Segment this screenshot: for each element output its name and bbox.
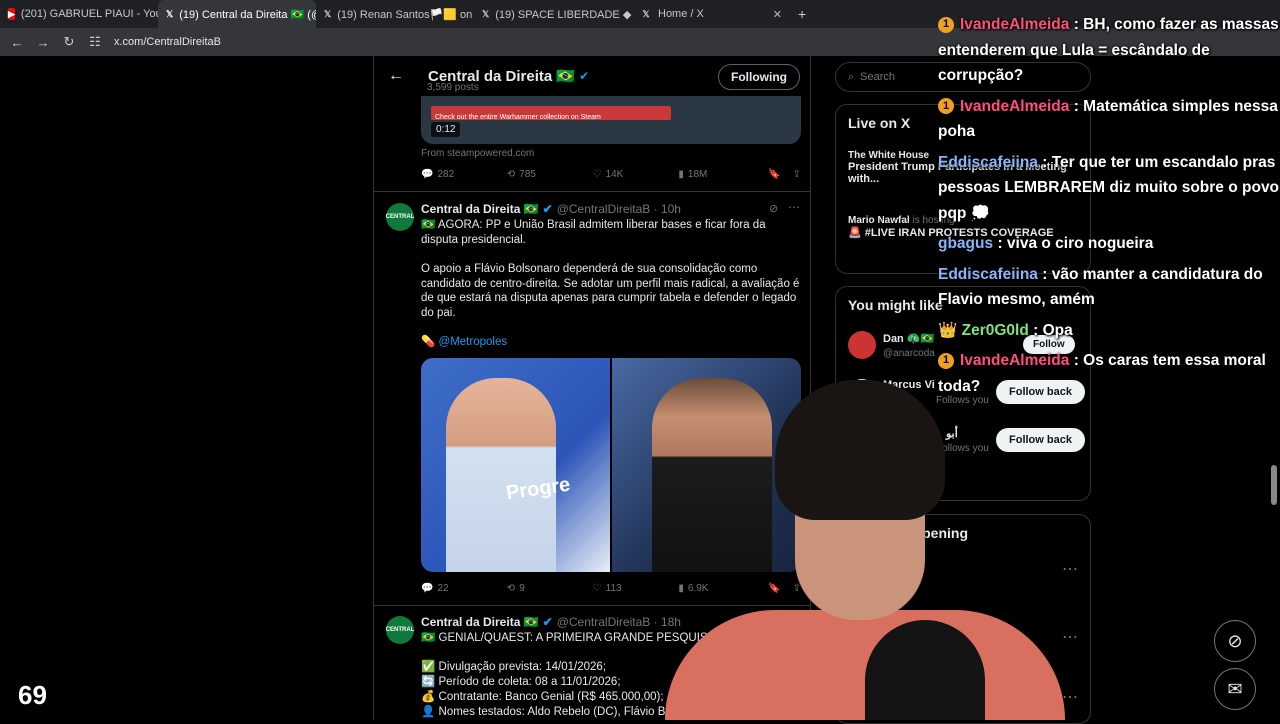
repost-button[interactable]: ⟲ 785 bbox=[507, 169, 593, 180]
tab-label: (19) Renan Santos🏳️🟨 on X bbox=[337, 8, 474, 21]
x-icon: 𝕏 bbox=[324, 8, 332, 19]
chat-username: Eddiscafeiina bbox=[938, 153, 1038, 171]
reply-button[interactable]: 💬 282 bbox=[421, 169, 507, 180]
post-count: 3,599 posts bbox=[427, 82, 479, 93]
repost-icon: ⟲ bbox=[506, 583, 516, 594]
heart-icon: ♡ bbox=[592, 169, 602, 180]
tab-home-x[interactable]: 𝕏 Home / X ✕ bbox=[632, 0, 790, 28]
post-actions: 💬 282 ⟲ 785 ♡ 14K ▮ 18M 🔖 ⇪ bbox=[421, 169, 801, 180]
chat-username: IvandeAlmeida bbox=[960, 16, 1070, 33]
back-arrow-icon[interactable]: ← bbox=[388, 67, 408, 85]
overlay-counter: 69 bbox=[18, 680, 47, 710]
chat-message: Eddiscafeiina : vão manter a candidatura… bbox=[938, 262, 1280, 313]
post-text-paragraph: O apoio a Flávio Bolsonaro dependerá de … bbox=[421, 263, 800, 319]
repost-icon: ⟲ bbox=[506, 169, 516, 180]
x-icon: 𝕏 bbox=[642, 8, 650, 19]
verified-icon: ✔ bbox=[542, 615, 553, 629]
suggestion-name[interactable]: Dan 🦚🇧🇷 bbox=[883, 332, 934, 345]
repost-button[interactable]: ⟲ 9 bbox=[507, 583, 593, 594]
tab-label: (19) Central da Direita 🇧🇷 (@Ce bbox=[179, 8, 316, 21]
chat-badge: 1 bbox=[938, 98, 954, 115]
messages-icon[interactable]: ✉ bbox=[1214, 668, 1256, 710]
post-author: Central da Direita 🇧🇷 ✔ @CentralDireitaB… bbox=[421, 615, 681, 629]
panel-title: Live on X bbox=[848, 115, 911, 131]
x-icon: 𝕏 bbox=[482, 8, 490, 19]
post-image-left[interactable]: Progre bbox=[421, 358, 610, 572]
more-icon[interactable]: ⋯ bbox=[788, 200, 800, 214]
profile-header: ← Central da Direita 🇧🇷 ✔ 3,599 posts Fo… bbox=[374, 56, 810, 96]
video-duration: 0:12 bbox=[431, 122, 461, 137]
url-field[interactable]: x.com/CentralDireitaB bbox=[114, 36, 221, 48]
chat-username: Zer0G0ld bbox=[961, 321, 1029, 339]
reload-icon[interactable]: ↻ bbox=[62, 34, 76, 50]
video-banner: Check out the entire Warhammer collectio… bbox=[431, 106, 671, 121]
grok-icon[interactable]: ⊘ bbox=[769, 202, 778, 215]
streamer-hair bbox=[775, 380, 945, 520]
search-icon: ⌕ bbox=[848, 70, 855, 83]
chat-badge: 1 bbox=[938, 352, 954, 369]
page-scrollbar[interactable] bbox=[1271, 465, 1277, 505]
post-text-line1: 🇧🇷 AGORA: PP e União Brasil admitem libe… bbox=[421, 219, 766, 246]
chat-username: gbagus bbox=[938, 235, 994, 252]
bookmark-icon[interactable]: 🔖 bbox=[768, 169, 780, 180]
tab-space-liberdade[interactable]: 𝕏 (19) SPACE LIBERDADE ◆ on X ✕ bbox=[474, 0, 632, 28]
chat-message: 1 IvandeAlmeida : BH, como fazer as massa… bbox=[938, 12, 1280, 89]
avatar[interactable] bbox=[848, 331, 876, 359]
verified-icon: ✔ bbox=[542, 202, 553, 216]
link-source[interactable]: From steampowered.com bbox=[421, 148, 534, 159]
tab-youtube[interactable]: ▶ (201) GABRUEL PIAUI - YouTube ✕ bbox=[0, 0, 158, 28]
tab-renan-santos[interactable]: 𝕏 (19) Renan Santos🏳️🟨 on X ✕ bbox=[316, 0, 474, 28]
following-button[interactable]: Following bbox=[718, 64, 800, 90]
x-icon: 𝕏 bbox=[166, 8, 174, 19]
verified-icon: ✔ bbox=[579, 69, 590, 83]
reply-button[interactable]: 💬 22 bbox=[421, 583, 507, 594]
views-button[interactable]: ▮ 18M bbox=[678, 169, 768, 180]
divider bbox=[374, 191, 810, 192]
suggestion-handle: @anarcoda bbox=[883, 348, 935, 359]
tab-label: (19) SPACE LIBERDADE ◆ on X bbox=[495, 8, 632, 21]
avatar[interactable]: CENTRAL bbox=[386, 616, 414, 644]
like-button[interactable]: ♡ 14K bbox=[593, 169, 679, 180]
chat-message: 1 IvandeAlmeida : Os caras tem essa moral… bbox=[938, 348, 1280, 399]
share-icon[interactable]: ⇪ bbox=[793, 169, 801, 180]
forward-arrow-icon[interactable]: → bbox=[36, 35, 50, 50]
stream-chat-overlay: 1 IvandeAlmeida : BH, como fazer as massa… bbox=[938, 12, 1280, 404]
speaker-figure bbox=[446, 378, 556, 572]
chat-badge: 1 bbox=[938, 16, 954, 33]
panel-title: You might like bbox=[848, 297, 943, 313]
pill-icon: 💊 bbox=[421, 336, 436, 348]
grok-icon[interactable]: ⊘ bbox=[1214, 620, 1256, 662]
webcam-overlay bbox=[665, 380, 1065, 720]
chat-username: Eddiscafeiina bbox=[938, 265, 1038, 283]
site-info-icon[interactable]: ☷ bbox=[88, 34, 102, 50]
reply-icon: 💬 bbox=[421, 583, 434, 594]
post-author: Central da Direita 🇧🇷 ✔ @CentralDireitaB… bbox=[421, 202, 681, 216]
chat-username: IvandeAlmeida bbox=[960, 97, 1070, 115]
chat-message: Eddiscafeiina : Ter que ter um escandalo… bbox=[938, 150, 1280, 227]
tab-label: (201) GABRUEL PIAUI - YouTube bbox=[20, 8, 158, 20]
video-preview[interactable]: Check out the entire Warhammer collectio… bbox=[421, 96, 801, 144]
views-icon: ▮ bbox=[678, 169, 684, 180]
tab-central-direita[interactable]: 𝕏 (19) Central da Direita 🇧🇷 (@Ce ✕ bbox=[158, 0, 316, 28]
close-icon[interactable]: ✕ bbox=[773, 8, 782, 21]
heart-icon: ♡ bbox=[592, 583, 602, 594]
avatar[interactable]: CENTRAL bbox=[386, 203, 414, 231]
back-arrow-icon[interactable]: ← bbox=[10, 35, 24, 50]
youtube-icon: ▶ bbox=[8, 8, 15, 20]
chat-message: gbagus : viva o ciro nogueira bbox=[938, 231, 1280, 257]
tab-label: Home / X bbox=[658, 8, 704, 20]
crown-icon: 👑 bbox=[938, 321, 958, 339]
chat-message: 1 IvandeAlmeida : Matemática simples ness… bbox=[938, 94, 1280, 145]
chat-text: : viva o ciro nogueira bbox=[997, 235, 1154, 252]
chat-message: 👑 Zer0G0ld : Opa bbox=[938, 318, 1280, 344]
reply-icon: 💬 bbox=[421, 169, 434, 180]
new-tab-icon[interactable]: + bbox=[798, 6, 806, 22]
chat-text: : Opa bbox=[1033, 321, 1073, 339]
chat-username: IvandeAlmeida bbox=[960, 352, 1070, 369]
post-source: 💊 @Metropoles bbox=[421, 336, 508, 348]
